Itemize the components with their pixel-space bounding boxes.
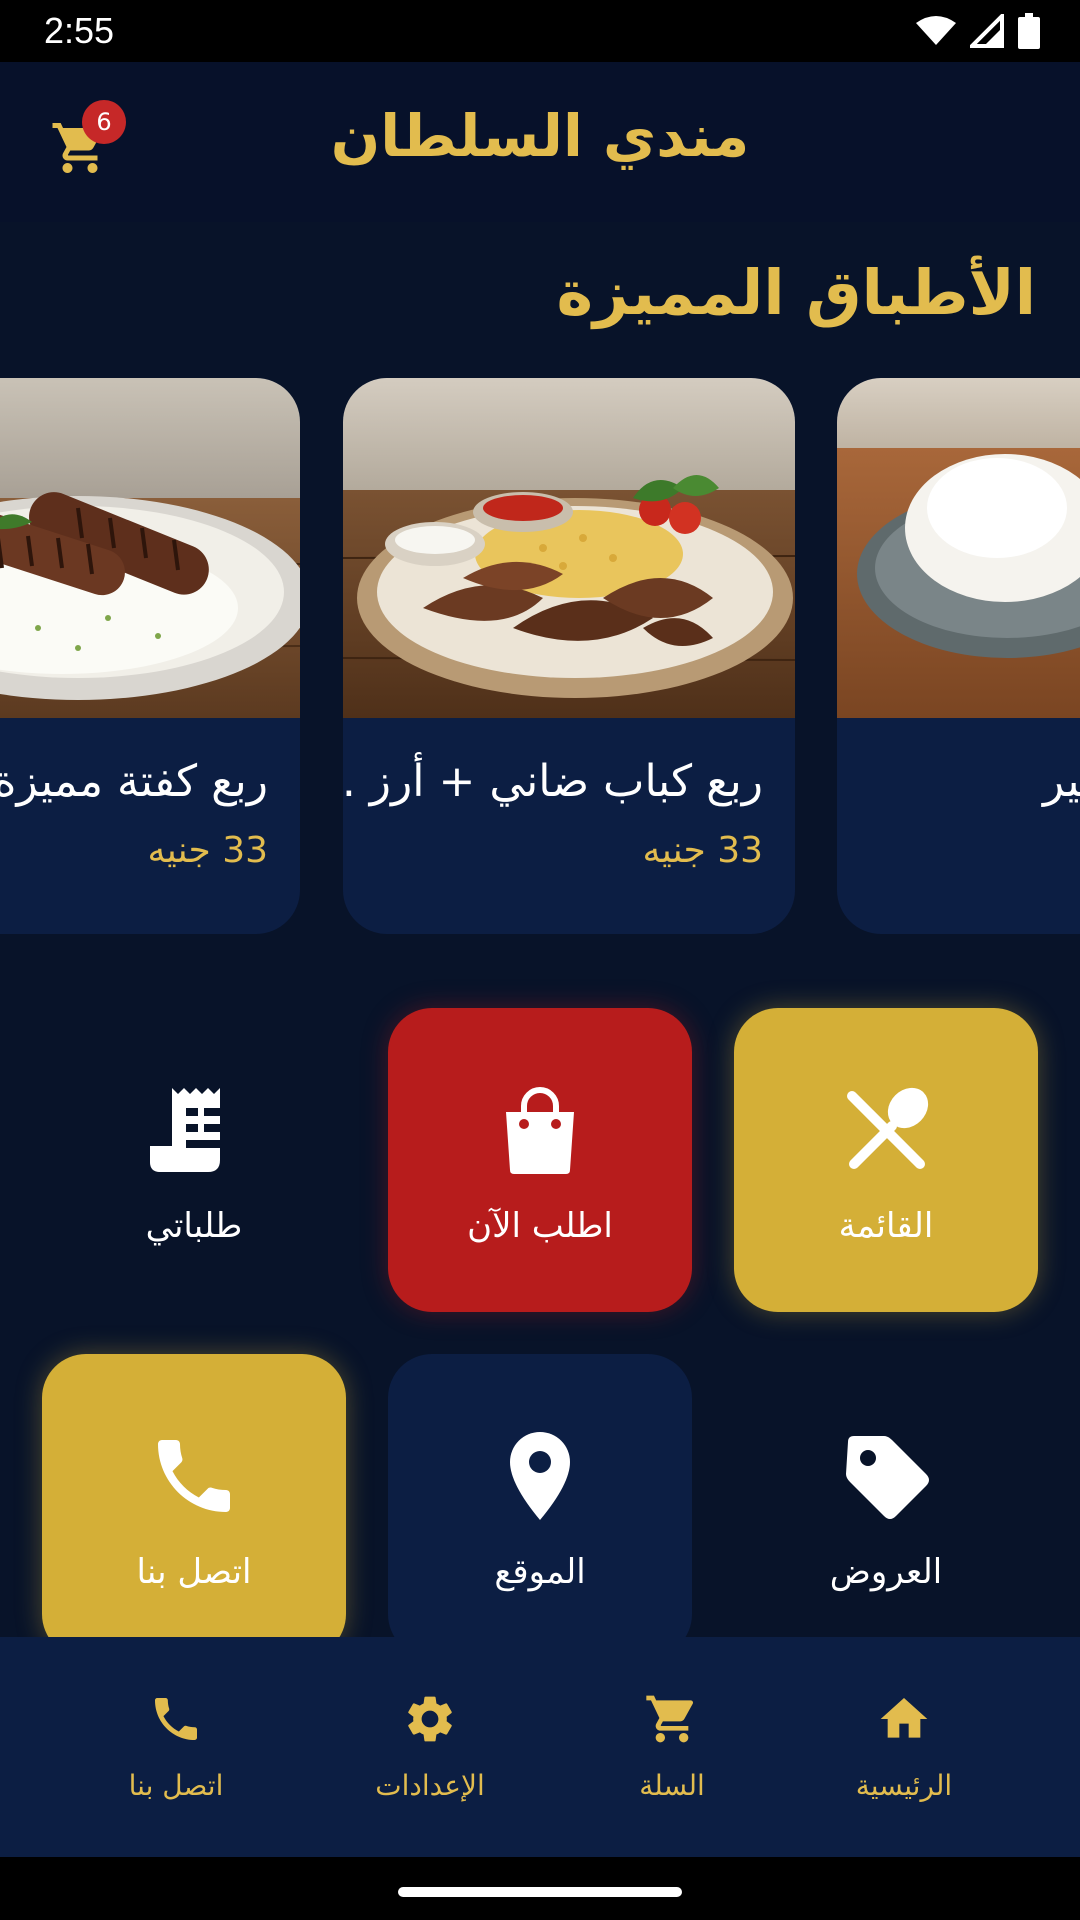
cart-icon <box>646 1695 694 1743</box>
dish-price: 33 جنيه <box>642 830 763 871</box>
dish-price: 33 جنيه <box>147 830 268 871</box>
phone-icon <box>155 1698 197 1740</box>
offers-tile[interactable]: العروض <box>734 1354 1038 1658</box>
app-title: مندي السلطان <box>330 102 750 170</box>
wifi-icon <box>916 16 956 45</box>
shopping-bag-icon <box>506 1087 574 1174</box>
dish-image-kofta <box>0 378 300 718</box>
cart-count-badge: 6 <box>82 100 126 144</box>
menu-tile[interactable]: القائمة <box>734 1008 1038 1312</box>
dish-image-rice <box>837 378 1080 718</box>
home-gesture-handle[interactable] <box>398 1887 682 1897</box>
signal-icon <box>970 14 1004 48</box>
offers-tile-label: العروض <box>829 1552 943 1592</box>
tag-icon <box>846 1436 929 1519</box>
nav-label-home: الرئيسية <box>855 1769 953 1802</box>
utensils-icon <box>847 1087 929 1169</box>
nav-item-contact[interactable]: اتصل بنا <box>76 1691 276 1802</box>
my-orders-tile[interactable]: طلباتي <box>42 1008 346 1312</box>
home-icon <box>880 1698 928 1738</box>
nav-item-settings[interactable]: الإعدادات <box>330 1691 530 1802</box>
order-now-tile-label: اطلب الآن <box>467 1206 613 1246</box>
system-gesture-area <box>0 1857 1080 1920</box>
location-pin-icon <box>510 1432 570 1520</box>
status-time: 2:55 <box>44 10 115 51</box>
dish-name: بير <box>1043 756 1080 807</box>
cart-button[interactable]: 6 <box>50 100 126 178</box>
dish-image-kebab <box>343 378 795 718</box>
nav-item-cart[interactable]: السلة <box>572 1691 772 1802</box>
location-tile-label: الموقع <box>494 1552 586 1592</box>
bottom-navigation: الرئيسية السلة الإعدادات اتصل بنا <box>0 1637 1080 1857</box>
app-bar: مندي السلطان 6 <box>0 62 1080 222</box>
featured-dishes-carousel[interactable]: ربع كفتة مميزة 33 جنيه ربع كباب ضاني + أ… <box>0 378 1080 936</box>
location-tile[interactable]: الموقع <box>388 1354 692 1658</box>
contact-tile-label: اتصل بنا <box>136 1552 252 1592</box>
contact-tile[interactable]: اتصل بنا <box>42 1354 346 1658</box>
dish-name: ربع كباب ضاني + أرز ... <box>343 756 763 807</box>
nav-label-settings: الإعدادات <box>375 1769 485 1802</box>
gear-icon <box>408 1696 452 1742</box>
nav-label-contact: اتصل بنا <box>128 1769 224 1802</box>
status-icons <box>916 13 1040 49</box>
dish-card[interactable]: ربع كباب ضاني + أرز ... 33 جنيه <box>343 378 795 934</box>
nav-label-cart: السلة <box>639 1769 705 1802</box>
menu-tile-label: القائمة <box>838 1206 934 1246</box>
nav-item-home[interactable]: الرئيسية <box>804 1691 1004 1802</box>
status-bar: 2:55 <box>0 0 1080 62</box>
dish-card[interactable]: ربع كفتة مميزة 33 جنيه <box>0 378 300 934</box>
dish-name: ربع كفتة مميزة <box>0 756 268 807</box>
receipt-icon <box>150 1088 224 1172</box>
battery-icon <box>1018 13 1040 49</box>
order-now-tile[interactable]: اطلب الآن <box>388 1008 692 1312</box>
featured-section-title: الأطباق المميزة <box>556 256 1036 329</box>
dish-card[interactable]: بير <box>837 378 1080 934</box>
phone-icon <box>158 1440 230 1512</box>
my-orders-tile-label: طلباتي <box>145 1206 243 1246</box>
